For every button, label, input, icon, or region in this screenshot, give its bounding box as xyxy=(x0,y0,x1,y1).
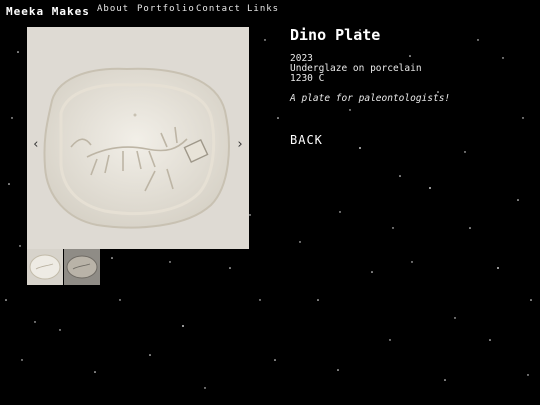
artwork-firing: 1230 C xyxy=(290,73,325,84)
nav-link-about[interactable]: About xyxy=(97,4,129,14)
dino-plate-photo xyxy=(27,27,249,249)
thumbnail-1[interactable] xyxy=(27,249,63,285)
image-carousel: ‹ › xyxy=(27,27,249,249)
nav-link-portfolio[interactable]: Portfolio xyxy=(137,4,195,14)
thumbnail-2[interactable] xyxy=(64,249,100,285)
top-navigation: Meeka Makes About Portfolio Contact Link… xyxy=(0,0,540,24)
back-link[interactable]: BACK xyxy=(290,133,323,147)
artwork-description: A plate for paleontologists! xyxy=(290,93,451,104)
thumbnail-1-image xyxy=(27,249,63,285)
nav-link-contact[interactable]: Contact xyxy=(196,4,241,14)
nav-link-links[interactable]: Links xyxy=(247,4,279,14)
next-image-button[interactable]: › xyxy=(236,137,244,152)
artwork-title: Dino Plate xyxy=(290,26,381,44)
thumbnail-2-image xyxy=(64,249,100,285)
previous-image-button[interactable]: ‹ xyxy=(32,137,40,152)
site-logo[interactable]: Meeka Makes xyxy=(6,5,90,18)
